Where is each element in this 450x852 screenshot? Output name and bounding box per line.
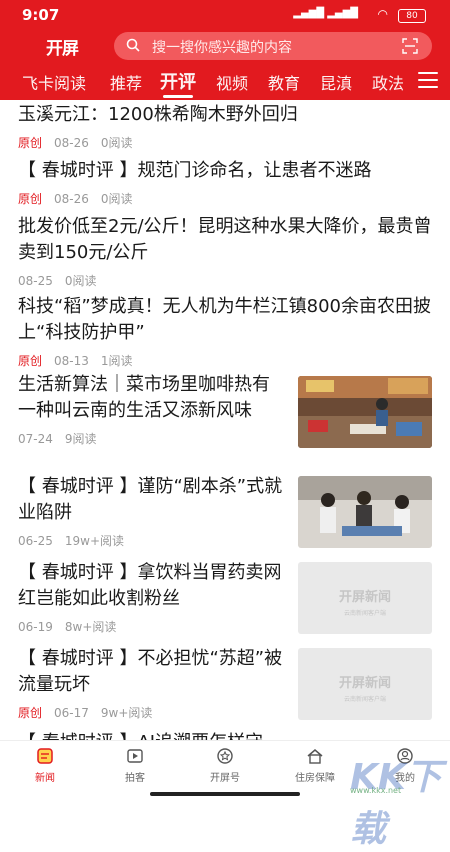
article-thumbnail-placeholder[interactable]: 开屏新闻 云南新闻客户端 [298, 648, 432, 720]
battery-icon: 80 [398, 9, 426, 23]
article-date: 06-25 [18, 534, 53, 548]
market-photo [298, 376, 432, 448]
tab-recommend[interactable]: 推荐 [110, 70, 142, 94]
watermark-url: www.kkx.net [350, 786, 402, 795]
article-reads: 0阅读 [100, 136, 133, 150]
original-tag: 原创 [18, 354, 43, 368]
list-item[interactable]: 【 春城时评 】规范门诊命名，让患者不迷路 原创 08-26 0阅读 [18, 158, 432, 207]
article-meta: 06-25 19w+阅读 [18, 532, 284, 549]
original-tag: 原创 [18, 192, 43, 206]
home-indicator[interactable] [150, 792, 300, 796]
article-meta: 原创 08-26 0阅读 [18, 134, 432, 151]
tab-video[interactable]: 视频 [216, 70, 248, 94]
article-date: 08-13 [54, 354, 89, 368]
article-title: 【 春城时评 】规范门诊命名，让患者不迷路 [18, 160, 372, 181]
star-badge-icon [217, 748, 233, 764]
signal-icon: ▂▄▆█ ▂▄▆█ [293, 8, 358, 19]
placeholder-slogan: 云南新闻客户端 [343, 610, 386, 617]
article-title: 玉溪元江：1200株希陶木野外回归 [18, 104, 298, 125]
wifi-icon: ◠ [377, 7, 388, 21]
list-item[interactable]: 【 春城时评 】AI追溯要怎样守 [18, 730, 284, 740]
nav-label: 新闻 [35, 773, 55, 784]
placeholder-slogan: 云南新闻客户端 [343, 696, 386, 703]
original-tag: 原创 [18, 136, 43, 150]
app-logo[interactable]: 开屏 [46, 34, 79, 59]
article-reads: 9阅读 [64, 432, 97, 446]
nav-news[interactable]: 新闻 [10, 747, 80, 784]
list-item[interactable]: 【 春城时评 】拿饮料当胃药卖网红岂能如此收割粉丝 06-19 8w+阅读 [18, 560, 284, 635]
scan-icon[interactable] [402, 38, 418, 54]
article-reads: 0阅读 [100, 192, 133, 206]
article-meta: 08-25 0阅读 [18, 272, 432, 289]
tab-law[interactable]: 政法 [372, 70, 404, 94]
article-thumbnail[interactable] [298, 376, 432, 448]
nav-label: 开屏号 [210, 773, 240, 784]
article-meta: 原创 08-13 1阅读 [18, 352, 432, 369]
status-bar: 9:07 ▂▄▆█ ▂▄▆█ ◠ 80 [0, 0, 450, 30]
video-icon [127, 749, 143, 763]
article-meta: 原创 08-26 0阅读 [18, 190, 432, 207]
job-fair-photo [298, 476, 432, 548]
article-reads: 1阅读 [100, 354, 133, 368]
search-icon [126, 38, 140, 52]
menu-icon[interactable] [418, 72, 438, 88]
tab-education[interactable]: 教育 [268, 70, 300, 94]
article-title: 【 春城时评 】谨防“剧本杀”式就业陷阱 [18, 476, 283, 523]
article-reads: 8w+阅读 [64, 620, 117, 634]
article-title: 批发价低至2元/公斤！昆明这种水果大降价，最贵曾卖到150元/公斤 [18, 216, 432, 263]
list-item[interactable]: 科技“稻”梦成真！无人机为牛栏江镇800余亩农田披上“科技防护甲” 原创 08-1… [18, 294, 432, 369]
article-reads: 19w+阅读 [64, 534, 125, 548]
placeholder-brand: 开屏新闻 [338, 676, 391, 691]
article-date: 08-26 [54, 136, 89, 150]
nav-label: 住房保障 [295, 773, 335, 784]
nav-kaipinghao[interactable]: 开屏号 [190, 747, 260, 784]
list-item[interactable]: 批发价低至2元/公斤！昆明这种水果大降价，最贵曾卖到150元/公斤 08-25 0… [18, 214, 432, 289]
article-title: 科技“稻”梦成真！无人机为牛栏江镇800余亩农田披上“科技防护甲” [18, 296, 432, 343]
watermark-logo: KK下载 [350, 757, 442, 850]
nav-label: 拍客 [125, 773, 145, 784]
tab-kundian[interactable]: 昆滇 [320, 70, 352, 94]
article-date: 07-24 [18, 432, 53, 446]
status-time: 9:07 [22, 6, 60, 24]
search-bar[interactable]: 搜一搜你感兴趣的内容 [114, 32, 432, 60]
article-title: 【 春城时评 】不必担忧“苏超”被流量玩坏 [18, 648, 283, 695]
nav-paike[interactable]: 拍客 [100, 747, 170, 784]
news-feed: 玉溪元江：1200株希陶木野外回归 原创 08-26 0阅读 【 春城时评 】规范门… [0, 100, 450, 740]
article-title: 【 春城时评 】AI追溯要怎样守 [18, 730, 284, 740]
article-meta: 06-19 8w+阅读 [18, 618, 284, 635]
article-meta: 07-24 9阅读 [18, 430, 284, 447]
article-thumbnail[interactable] [298, 476, 432, 548]
article-reads: 9w+阅读 [100, 706, 153, 720]
article-title: 生活新算法｜菜市场里咖啡热有一种叫云南的生活又添新风味 [18, 374, 270, 421]
article-date: 08-26 [54, 192, 89, 206]
article-date: 06-17 [54, 706, 89, 720]
list-item[interactable]: 【 春城时评 】谨防“剧本杀”式就业陷阱 06-25 19w+阅读 [18, 474, 284, 549]
list-item[interactable]: 玉溪元江：1200株希陶木野外回归 原创 08-26 0阅读 [18, 102, 432, 151]
list-item[interactable]: 生活新算法｜菜市场里咖啡热有一种叫云南的生活又添新风味 07-24 9阅读 [18, 372, 284, 447]
active-tab-indicator [163, 95, 193, 98]
original-tag: 原创 [18, 706, 43, 720]
article-meta: 原创 06-17 9w+阅读 [18, 704, 284, 721]
house-icon [307, 749, 323, 764]
top-bar: 开屏 搜一搜你感兴趣的内容 [0, 30, 450, 62]
placeholder-brand: 开屏新闻 [338, 590, 391, 605]
tab-feika[interactable]: 飞卡阅读 [22, 70, 86, 94]
nav-housing[interactable]: 住房保障 [280, 747, 350, 784]
article-date: 06-19 [18, 620, 53, 634]
article-date: 08-25 [18, 274, 53, 288]
list-item[interactable]: 【 春城时评 】不必担忧“苏超”被流量玩坏 原创 06-17 9w+阅读 [18, 646, 284, 721]
article-thumbnail-placeholder[interactable]: 开屏新闻 云南新闻客户端 [298, 562, 432, 634]
search-placeholder: 搜一搜你感兴趣的内容 [152, 40, 292, 56]
article-reads: 0阅读 [64, 274, 97, 288]
tab-kaiping[interactable]: 开评 [160, 68, 196, 94]
news-icon [37, 748, 53, 764]
channel-tabs: 飞卡阅读 推荐 开评 视频 教育 昆滇 政法 [0, 62, 450, 100]
article-title: 【 春城时评 】拿饮料当胃药卖网红岂能如此收割粉丝 [18, 562, 282, 609]
